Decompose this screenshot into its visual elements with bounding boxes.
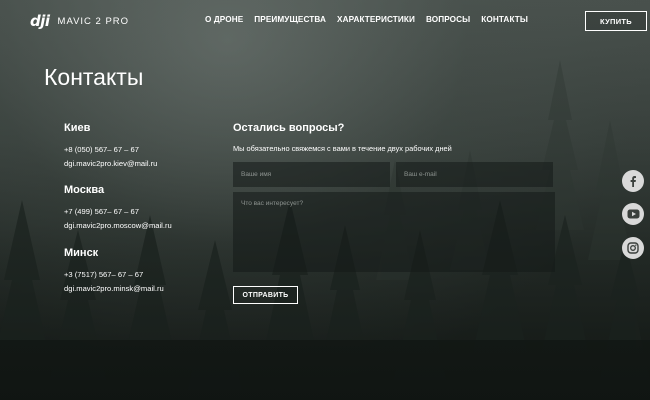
message-field[interactable] xyxy=(233,192,555,272)
main-nav: О ДРОНЕ ПРЕИМУЩЕСТВА ХАРАКТЕРИСТИКИ ВОПР… xyxy=(205,15,528,24)
contact-form: Остались вопросы? Мы обязательно свяжемс… xyxy=(233,122,558,304)
instagram-icon[interactable] xyxy=(622,237,644,259)
name-field[interactable] xyxy=(233,162,390,187)
buy-button[interactable]: КУПИТЬ xyxy=(585,11,647,31)
city-name: Минск xyxy=(64,247,99,259)
city-block-minsk: Минск +3 (7517) 567– 67 – 67 dgi.mavic2p… xyxy=(64,247,164,296)
city-phone[interactable]: +7 (499) 567– 67 – 67 xyxy=(64,207,139,216)
youtube-icon[interactable] xyxy=(622,203,644,225)
city-phone[interactable]: +8 (050) 567– 67 – 67 xyxy=(64,145,139,154)
city-block-kiev: Киев +8 (050) 567– 67 – 67 dgi.mavic2pro… xyxy=(64,122,157,171)
facebook-icon[interactable] xyxy=(622,170,644,192)
city-name: Киев xyxy=(64,122,91,134)
form-subtitle: Мы обязательно свяжемся с вами в течение… xyxy=(233,144,452,153)
logo-model-name: MAVIC 2 PRO xyxy=(57,15,130,27)
city-name: Москва xyxy=(64,184,105,196)
email-field[interactable] xyxy=(396,162,553,187)
dji-logo[interactable]: dji MAVIC 2 PRO xyxy=(30,12,129,30)
nav-link-advantages[interactable]: ПРЕИМУЩЕСТВА xyxy=(254,15,326,24)
nav-link-about[interactable]: О ДРОНЕ xyxy=(205,15,243,24)
city-phone[interactable]: +3 (7517) 567– 67 – 67 xyxy=(64,270,143,279)
city-email[interactable]: dgi.mavic2pro.minsk@mail.ru xyxy=(64,284,164,293)
submit-button[interactable]: ОТПРАВИТЬ xyxy=(233,286,298,304)
nav-link-faq[interactable]: ВОПРОСЫ xyxy=(426,15,470,24)
nav-link-specs[interactable]: ХАРАКТЕРИСТИКИ xyxy=(337,15,415,24)
city-block-moscow: Москва +7 (499) 567– 67 – 67 dgi.mavic2p… xyxy=(64,184,172,233)
site-header: dji MAVIC 2 PRO О ДРОНЕ ПРЕИМУЩЕСТВА ХАР… xyxy=(0,0,650,42)
nav-link-contacts[interactable]: КОНТАКТЫ xyxy=(481,15,528,24)
city-email[interactable]: dgi.mavic2pro.moscow@mail.ru xyxy=(64,221,172,230)
city-email[interactable]: dgi.mavic2pro.kiev@mail.ru xyxy=(64,159,157,168)
logo-mark: dji xyxy=(30,12,50,30)
page-title: Контакты xyxy=(44,64,144,90)
form-title: Остались вопросы? xyxy=(233,122,345,134)
